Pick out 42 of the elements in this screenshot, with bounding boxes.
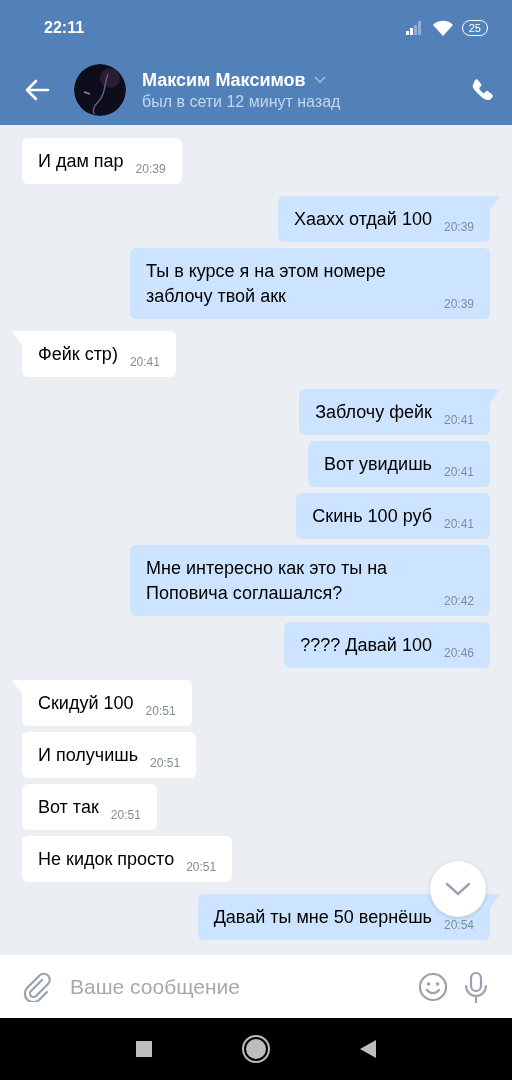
chevron-down-icon <box>445 882 471 896</box>
message-text: Не кидок просто <box>38 848 175 871</box>
smiley-icon[interactable] <box>418 971 448 1002</box>
message-time: 20:41 <box>443 413 474 427</box>
message-time: 20:51 <box>186 860 217 874</box>
message-time: 20:51 <box>145 704 176 718</box>
message-time: 20:41 <box>443 465 474 479</box>
message-text: Скидуй 100 <box>38 692 134 715</box>
message-time: 20:54 <box>443 918 474 932</box>
contact-name[interactable]: Максим Максимов <box>142 69 306 91</box>
message-time: 20:41 <box>443 517 474 531</box>
message-text: Ты в курсе я на этом номере заблочу твой акк <box>146 260 387 308</box>
message-text: И дам пар <box>38 150 124 173</box>
scroll-down-button[interactable] <box>430 861 486 917</box>
message-text: Хааxx отдай 100 <box>294 208 432 231</box>
last-seen-status: был в сети 12 минут назад <box>142 92 342 111</box>
message-text: ???? Давай 100 <box>300 634 432 657</box>
message-text: И получишь <box>38 744 139 767</box>
message-time: 20:39 <box>443 220 474 234</box>
message-text: Фейк стр) <box>38 343 118 366</box>
message-text: Заблочу фейк <box>315 401 432 424</box>
signal-icon <box>405 20 424 35</box>
phone-icon[interactable] <box>470 78 494 102</box>
message-time: 20:39 <box>443 297 474 311</box>
message-time: 20:41 <box>129 355 160 369</box>
message-text: Вот увидишь <box>324 453 432 476</box>
message-time: 20:51 <box>110 808 141 822</box>
chevron-down-icon[interactable] <box>313 76 326 84</box>
message-text: Скинь 100 руб <box>312 505 432 528</box>
message-time: 20:51 <box>150 756 181 770</box>
message-input[interactable]: Ваше сообщение <box>68 973 402 1000</box>
message-text: Мне интересно как это ты на Поповича соглашался? <box>146 557 389 605</box>
message-text: Вот так <box>38 796 99 819</box>
message-time: 20:39 <box>135 162 166 176</box>
message-time: 20:46 <box>443 646 474 660</box>
back-arrow-icon[interactable] <box>24 79 50 101</box>
wifi-icon <box>431 19 454 36</box>
microphone-icon[interactable] <box>464 970 488 1003</box>
message-time: 20:42 <box>443 594 474 608</box>
status-time: 22:11 <box>44 18 85 37</box>
message-text: Давай ты мне 50 вернёшь <box>213 906 432 929</box>
attach-icon[interactable] <box>22 971 52 1002</box>
